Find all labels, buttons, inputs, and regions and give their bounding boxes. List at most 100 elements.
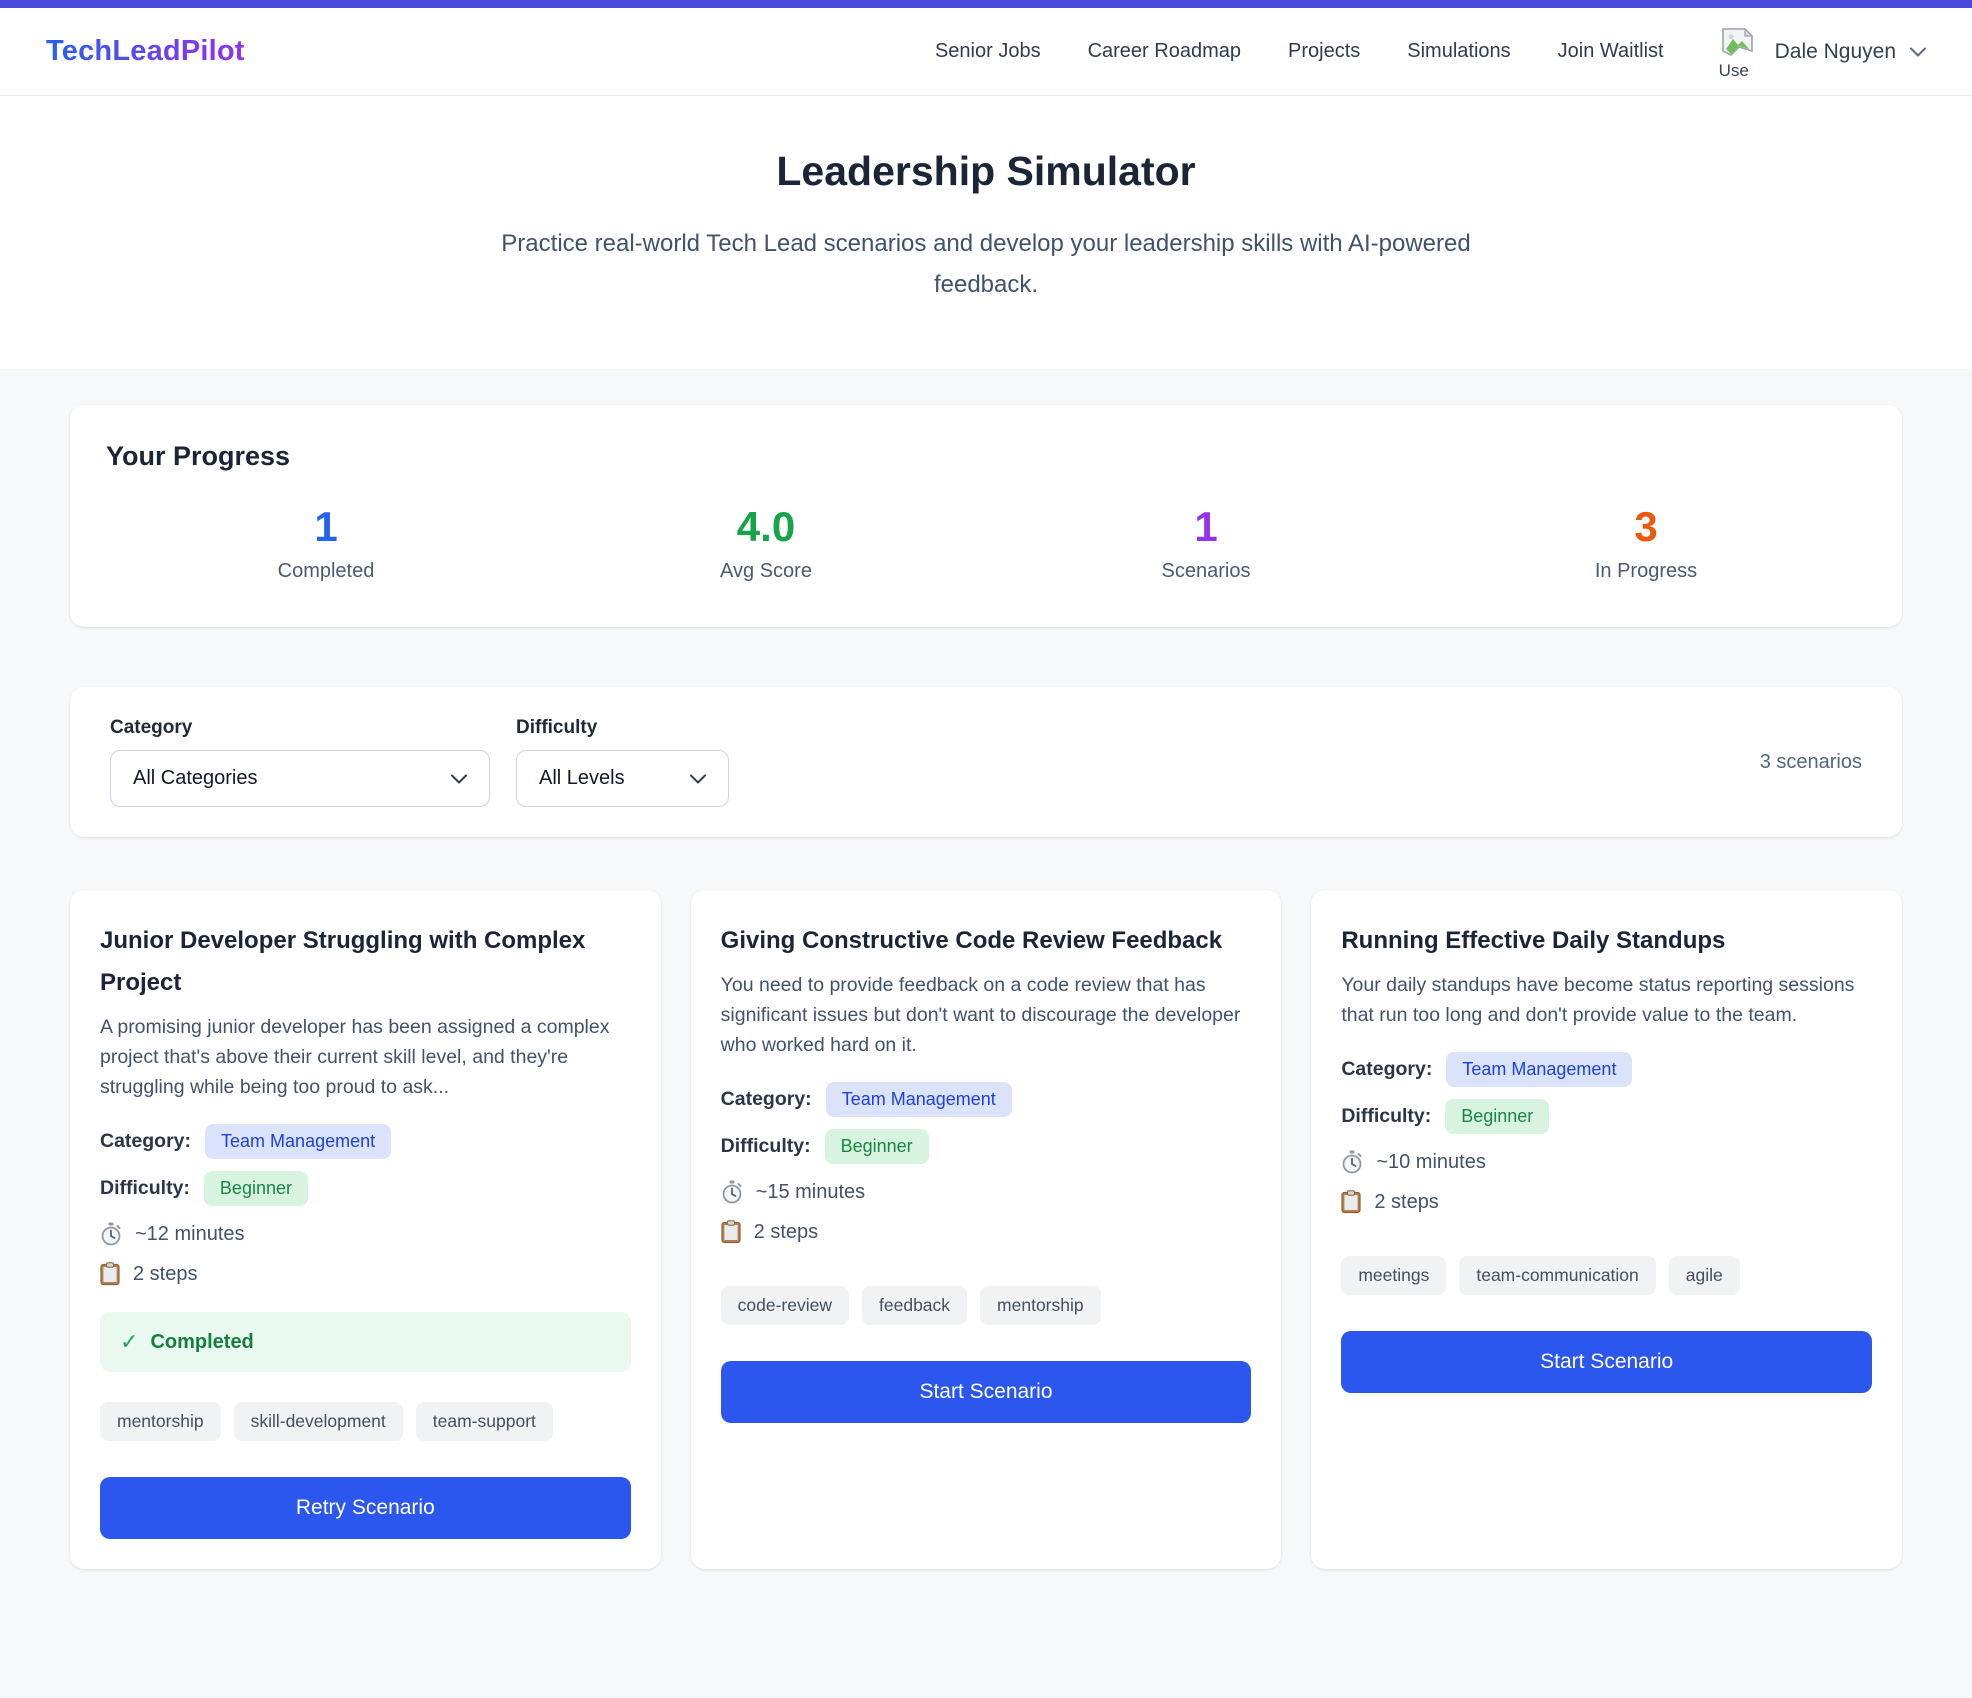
stat-in-progress: 3 In Progress [1426, 506, 1866, 583]
stat-scenarios: 1 Scenarios [986, 506, 1426, 583]
clipboard-icon [721, 1220, 741, 1244]
progress-panel: Your Progress 1 Completed 4.0 Avg Score … [70, 405, 1902, 627]
category-key: Category: [721, 1088, 812, 1111]
avatar[interactable]: Use [1719, 27, 1761, 77]
steps-text: 2 steps [133, 1263, 197, 1286]
scenario-title: Running Effective Daily Standups [1341, 920, 1872, 962]
completed-banner: ✓ Completed [100, 1312, 631, 1372]
chevron-down-icon [690, 774, 706, 784]
category-filter-label: Category [110, 717, 490, 739]
page-title: Leadership Simulator [0, 148, 1972, 195]
duration-text: ~10 minutes [1376, 1151, 1486, 1174]
user-name: Dale Nguyen [1775, 40, 1896, 64]
chevron-down-icon [1910, 47, 1926, 57]
stat-avg-score: 4.0 Avg Score [546, 506, 986, 583]
stat-scenarios-label: Scenarios [986, 560, 1426, 583]
nav-item-join-waitlist[interactable]: Join Waitlist [1558, 40, 1664, 63]
category-select-value: All Categories [133, 767, 451, 790]
scenario-card: Running Effective Daily Standups Your da… [1311, 890, 1902, 1569]
tag-list: meetings team-communication agile [1341, 1256, 1872, 1295]
difficulty-select-value: All Levels [539, 767, 690, 790]
difficulty-key: Difficulty: [721, 1135, 811, 1158]
tag: skill-development [234, 1402, 403, 1441]
tag: mentorship [980, 1286, 1101, 1325]
stat-avg-score-label: Avg Score [546, 560, 986, 583]
progress-title: Your Progress [106, 441, 1866, 472]
chevron-down-icon [451, 774, 467, 784]
scenario-description: You need to provide feedback on a code r… [721, 970, 1252, 1060]
start-scenario-button[interactable]: Start Scenario [1341, 1331, 1872, 1393]
duration-text: ~15 minutes [756, 1181, 866, 1204]
category-badge: Team Management [205, 1124, 391, 1159]
completed-text: Completed [150, 1331, 253, 1354]
retry-scenario-button[interactable]: Retry Scenario [100, 1477, 631, 1539]
difficulty-filter-group: Difficulty All Levels [516, 717, 729, 807]
nav-item-career-roadmap[interactable]: Career Roadmap [1088, 40, 1241, 63]
stat-scenarios-value: 1 [986, 506, 1426, 548]
scenario-count: 3 scenarios [1760, 751, 1862, 774]
tag: agile [1669, 1256, 1740, 1295]
clipboard-icon [100, 1262, 120, 1286]
tag: team-communication [1459, 1256, 1655, 1295]
stopwatch-icon [721, 1180, 743, 1204]
category-select[interactable]: All Categories [110, 750, 490, 807]
stat-completed-label: Completed [106, 560, 546, 583]
scenario-description: Your daily standups have become status r… [1341, 970, 1872, 1030]
scenario-card: Giving Constructive Code Review Feedback… [691, 890, 1282, 1569]
difficulty-select[interactable]: All Levels [516, 750, 729, 807]
stat-avg-score-value: 4.0 [546, 506, 986, 548]
difficulty-badge: Beginner [825, 1129, 929, 1164]
tag: mentorship [100, 1402, 221, 1441]
tag: meetings [1341, 1256, 1446, 1295]
broken-image-icon [1719, 27, 1757, 61]
steps-text: 2 steps [754, 1221, 818, 1244]
category-badge: Team Management [1446, 1052, 1632, 1087]
difficulty-badge: Beginner [204, 1171, 308, 1206]
hero-section: Leadership Simulator Practice real-world… [0, 96, 1972, 369]
main-nav: Senior Jobs Career Roadmap Projects Simu… [935, 27, 1926, 77]
nav-item-simulations[interactable]: Simulations [1407, 40, 1510, 63]
difficulty-badge: Beginner [1445, 1099, 1549, 1134]
brand-logo[interactable]: TechLeadPilot [46, 35, 245, 68]
difficulty-key: Difficulty: [100, 1177, 190, 1200]
stat-completed: 1 Completed [106, 506, 546, 583]
category-key: Category: [1341, 1058, 1432, 1081]
steps-text: 2 steps [1374, 1191, 1438, 1214]
category-badge: Team Management [826, 1082, 1012, 1117]
difficulty-key: Difficulty: [1341, 1105, 1431, 1128]
category-key: Category: [100, 1130, 191, 1153]
stopwatch-icon [100, 1222, 122, 1246]
filter-bar: Category All Categories Difficulty All L… [70, 687, 1902, 837]
nav-item-projects[interactable]: Projects [1288, 40, 1360, 63]
clipboard-icon [1341, 1190, 1361, 1214]
scenario-meta: Category: Team Management Difficulty: Be… [100, 1124, 631, 1286]
difficulty-filter-label: Difficulty [516, 717, 729, 739]
duration-text: ~12 minutes [135, 1223, 245, 1246]
stat-in-progress-value: 3 [1426, 506, 1866, 548]
nav-item-senior-jobs[interactable]: Senior Jobs [935, 40, 1041, 63]
start-scenario-button[interactable]: Start Scenario [721, 1361, 1252, 1423]
tag: feedback [862, 1286, 967, 1325]
category-filter-group: Category All Categories [110, 717, 490, 807]
stopwatch-icon [1341, 1150, 1363, 1174]
tag: team-support [416, 1402, 553, 1441]
tag-list: code-review feedback mentorship [721, 1286, 1252, 1325]
scenario-title: Junior Developer Struggling with Complex… [100, 920, 631, 1004]
top-accent-strip [0, 0, 1972, 8]
scenario-title: Giving Constructive Code Review Feedback [721, 920, 1252, 962]
tag: code-review [721, 1286, 849, 1325]
scenario-meta: Category: Team Management Difficulty: Be… [721, 1082, 1252, 1244]
stat-in-progress-label: In Progress [1426, 560, 1866, 583]
scenario-description: A promising junior developer has been as… [100, 1012, 631, 1102]
tag-list: mentorship skill-development team-suppor… [100, 1402, 631, 1441]
user-menu[interactable]: Use Dale Nguyen [1719, 27, 1926, 77]
scenario-meta: Category: Team Management Difficulty: Be… [1341, 1052, 1872, 1214]
header: TechLeadPilot Senior Jobs Career Roadmap… [0, 8, 1972, 96]
scenario-card-grid: Junior Developer Struggling with Complex… [70, 890, 1902, 1569]
checkmark-icon: ✓ [120, 1329, 138, 1355]
avatar-alt-text: Use [1719, 61, 1753, 77]
page-subtitle: Practice real-world Tech Lead scenarios … [476, 223, 1496, 305]
scenario-card: Junior Developer Struggling with Complex… [70, 890, 661, 1569]
stat-completed-value: 1 [106, 506, 546, 548]
progress-stats: 1 Completed 4.0 Avg Score 1 Scenarios 3 … [106, 506, 1866, 583]
